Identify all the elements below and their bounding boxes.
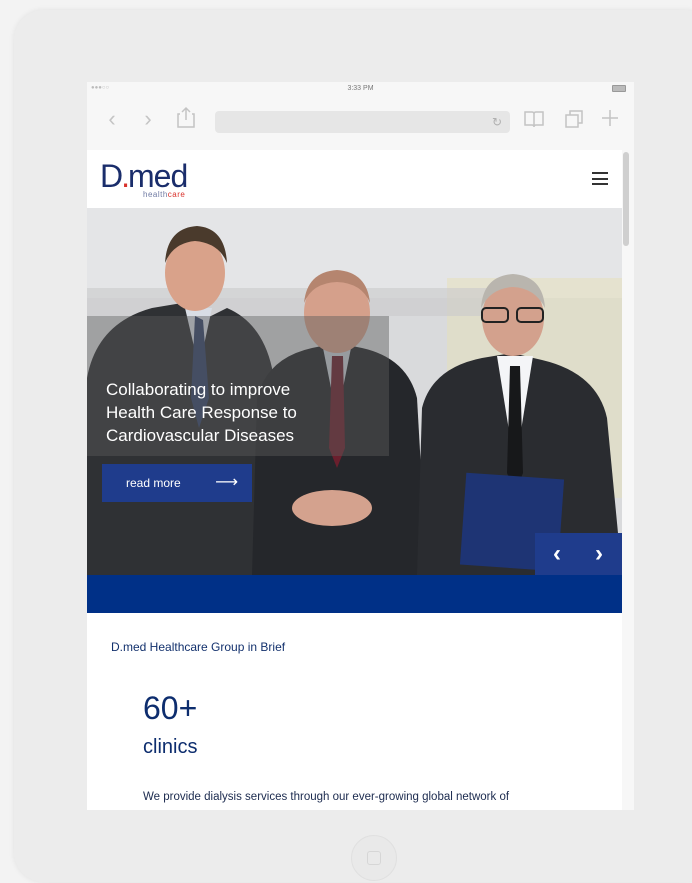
logo-sub-plain: health [143, 190, 168, 199]
arrow-right-icon: ⟶ [215, 474, 238, 491]
web-page: D.med healthcare Collaborating to improv… [87, 150, 622, 810]
blue-band [87, 575, 622, 613]
dmed-logo[interactable]: D.med healthcare [100, 159, 220, 199]
logo-dot: . [121, 158, 130, 194]
tabs-icon [565, 110, 583, 128]
device-screen: ●●●○○ 3:33 PM ‹ › ↻ D.med healthcare Col… [87, 82, 634, 810]
plus-icon [602, 110, 618, 126]
site-header: D.med healthcare [87, 150, 622, 208]
logo-sub-accent: care [167, 190, 186, 199]
share-icon [177, 106, 195, 128]
share-button[interactable] [175, 106, 197, 128]
forward-button[interactable]: › [137, 108, 159, 130]
stat-description: We provide dialysis services through our… [143, 791, 510, 803]
brief-section-title: D.med Healthcare Group in Brief [111, 640, 286, 654]
logo-word: med [128, 158, 188, 194]
chevron-right-icon: › [595, 540, 603, 567]
new-tab-button[interactable] [599, 108, 621, 130]
bookmarks-button[interactable] [523, 110, 545, 132]
home-button[interactable] [351, 835, 397, 881]
battery-icon [612, 85, 626, 92]
hamburger-menu-icon[interactable] [592, 172, 608, 185]
logo-letter: D [100, 158, 123, 194]
page-scrollbar[interactable] [623, 152, 629, 246]
read-more-label: read more [126, 476, 181, 490]
book-icon [524, 111, 544, 128]
status-bar: ●●●○○ 3:33 PM [87, 82, 634, 96]
slider-prev-button[interactable]: ‹ [545, 541, 569, 567]
stat-label: clinics [143, 736, 198, 758]
reload-icon[interactable]: ↻ [492, 115, 502, 129]
browser-toolbar: ‹ › ↻ [87, 96, 634, 150]
hero-slider: Collaborating to improve Health Care Res… [87, 208, 622, 575]
slider-controls: ‹ › [535, 533, 622, 575]
slider-next-button[interactable]: › [587, 541, 611, 567]
chevron-left-icon: ‹ [553, 540, 561, 567]
read-more-button[interactable]: read more ⟶ [102, 464, 252, 502]
forward-icon: › [144, 106, 152, 131]
status-time: 3:33 PM [347, 85, 374, 92]
back-button[interactable]: ‹ [101, 108, 123, 130]
hero-title: Collaborating to improve Health Care Res… [106, 380, 297, 445]
stat-number: 60+ [143, 690, 198, 726]
address-bar[interactable]: ↻ [215, 111, 510, 133]
tabs-button[interactable] [563, 109, 585, 131]
back-icon: ‹ [108, 106, 116, 131]
